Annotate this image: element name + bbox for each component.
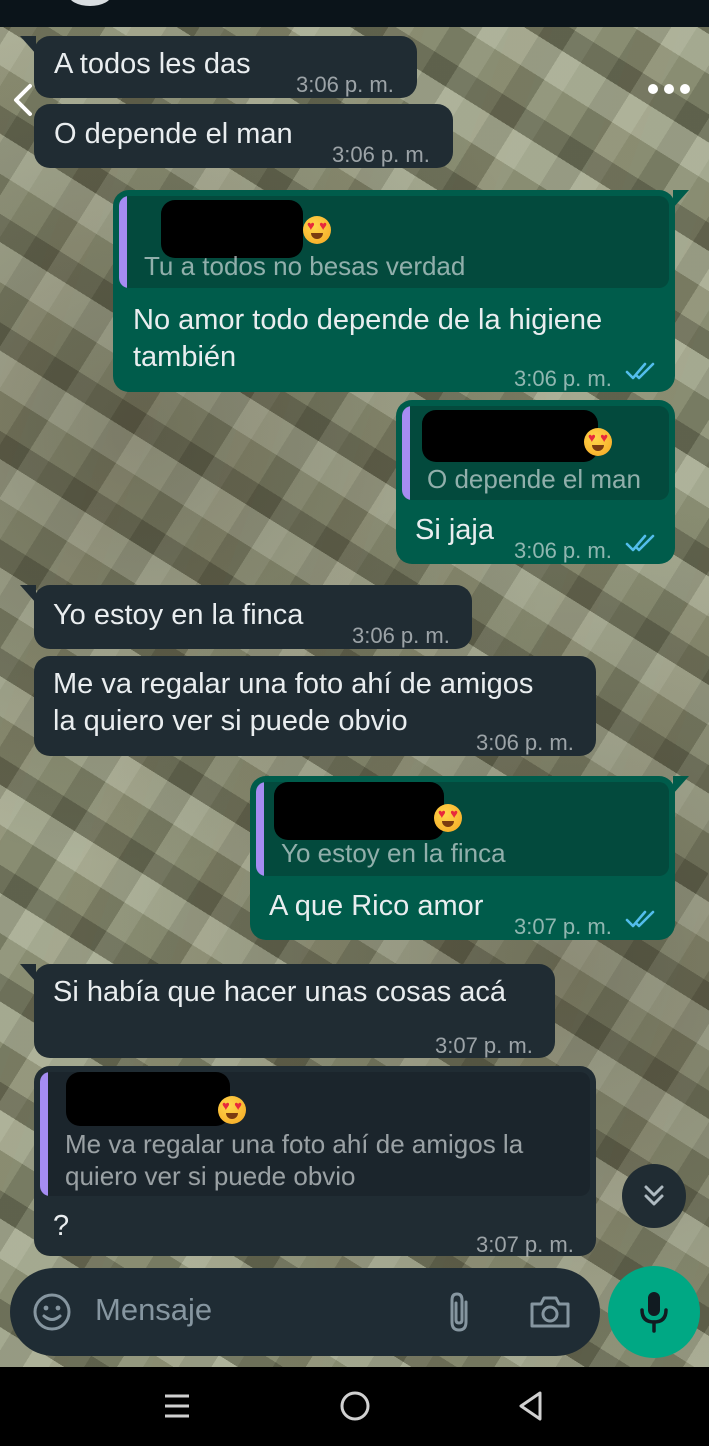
redacted-author: [422, 410, 598, 462]
message-time: 3:06 p. m.: [332, 142, 430, 167]
quote-accent-bar: [40, 1072, 48, 1196]
quote-accent-bar: [402, 406, 410, 500]
message-time: 3:06 p. m.: [476, 730, 574, 755]
read-receipt-icon: [625, 534, 655, 552]
heart-eyes-emoji-icon: [303, 216, 331, 244]
message-time: 3:06 p. m.: [296, 72, 394, 97]
quoted-message[interactable]: O depende el man: [402, 406, 669, 500]
emoji-icon[interactable]: [32, 1292, 72, 1332]
heart-eyes-emoji-icon: [584, 428, 612, 456]
microphone-button[interactable]: [608, 1266, 700, 1358]
message-bubble-incoming[interactable]: O depende el man 3:06 p. m.: [34, 104, 453, 168]
top-bar: [0, 0, 709, 27]
message-time: 3:07 p. m.: [514, 914, 612, 939]
read-receipt-icon: [625, 362, 655, 380]
heart-eyes-emoji-icon: [434, 804, 462, 832]
paperclip-icon[interactable]: [442, 1290, 476, 1334]
message-bubble-incoming[interactable]: Si había que hacer unas cosas acá 3:07 p…: [20, 964, 555, 1058]
nav-back-icon[interactable]: [516, 1389, 546, 1423]
message-bubble-outgoing[interactable]: Yo estoy en la finca A que Rico amor 3:0…: [250, 776, 689, 940]
redacted-author: [274, 782, 444, 840]
message-bubble-incoming[interactable]: A todos les das 3:06 p. m.: [20, 36, 417, 98]
microphone-icon: [640, 1292, 668, 1333]
message-text: O depende el man: [54, 118, 293, 150]
quote-accent-bar: [256, 782, 264, 876]
read-receipt-icon: [625, 910, 655, 928]
quoted-message[interactable]: Tu a todos no besas verdad: [119, 196, 669, 288]
message-time: 3:06 p. m.: [514, 366, 612, 391]
message-text: Me va regalar una foto ahí de amigos la …: [53, 668, 534, 737]
heart-eyes-emoji-icon: [218, 1096, 246, 1124]
redacted-author: [66, 1072, 230, 1126]
message-bubble-outgoing[interactable]: Tu a todos no besas verdad No amor todo …: [113, 190, 689, 392]
quoted-text: Tu a todos no besas verdad: [144, 251, 466, 281]
message-composer[interactable]: Mensaje: [10, 1268, 600, 1356]
message-text: A que Rico amor: [269, 890, 484, 922]
message-text: Si había que hacer unas cosas acá: [53, 976, 507, 1008]
message-time: 3:06 p. m.: [514, 538, 612, 563]
camera-icon[interactable]: [528, 1292, 572, 1332]
message-time: 3:06 p. m.: [352, 623, 450, 648]
back-arrow-icon[interactable]: [8, 80, 38, 120]
message-time: 3:07 p. m.: [476, 1232, 574, 1257]
quote-accent-bar: [119, 196, 127, 288]
home-icon[interactable]: [338, 1389, 372, 1423]
double-chevron-down-icon: [644, 1185, 664, 1206]
message-text: Yo estoy en la finca: [53, 599, 304, 631]
quoted-text: Me va regalar una foto ahí de amigos la …: [65, 1129, 524, 1191]
quoted-text: O depende el man: [427, 464, 641, 494]
message-text: Si jaja: [415, 514, 494, 546]
more-options-icon[interactable]: [644, 74, 694, 104]
message-bubble-incoming[interactable]: Me va regalar una foto ahí de amigos la …: [34, 1066, 596, 1257]
message-text: ?: [53, 1210, 70, 1242]
message-bubble-incoming[interactable]: Yo estoy en la finca 3:06 p. m.: [20, 585, 472, 649]
quoted-message[interactable]: Me va regalar una foto ahí de amigos la …: [40, 1072, 590, 1196]
message-text: A todos les das: [54, 48, 251, 80]
scroll-to-bottom-button[interactable]: [622, 1164, 686, 1228]
system-navigation-bar: [0, 1367, 709, 1446]
quoted-message[interactable]: Yo estoy en la finca: [256, 782, 669, 876]
recents-icon[interactable]: [162, 1391, 192, 1421]
message-time: 3:07 p. m.: [435, 1033, 533, 1058]
message-input[interactable]: Mensaje: [95, 1292, 212, 1328]
avatar[interactable]: [68, 0, 112, 6]
quoted-text: Yo estoy en la finca: [281, 838, 506, 868]
message-bubble-incoming[interactable]: Me va regalar una foto ahí de amigos la …: [34, 656, 596, 756]
message-bubble-outgoing[interactable]: O depende el man Si jaja 3:06 p. m.: [396, 400, 675, 564]
